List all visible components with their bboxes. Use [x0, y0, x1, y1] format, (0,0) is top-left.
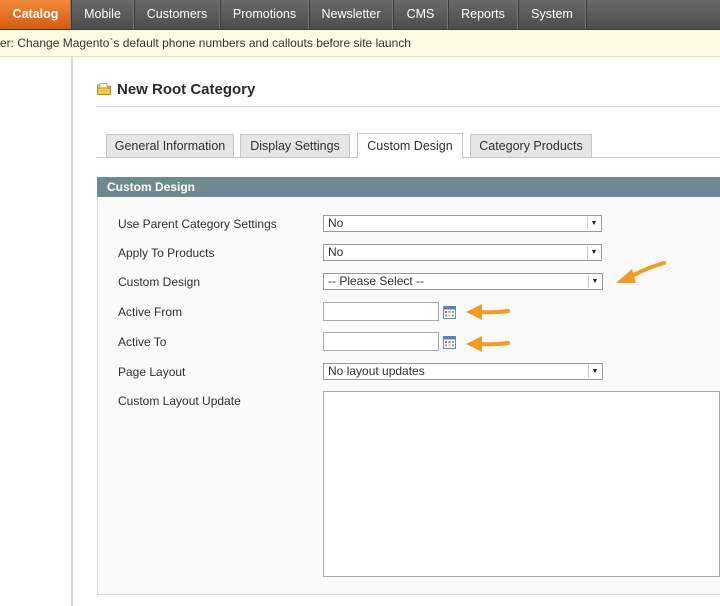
top-nav: Catalog Mobile Customers Promotions News… [0, 0, 720, 30]
system-message-text[interactable]: er: Change Magento`s default phone numbe… [0, 36, 411, 50]
custom-design-select[interactable]: -- Please Select -- ▼ [323, 273, 603, 290]
fieldset-header: Custom Design [97, 177, 720, 197]
use-parent-settings-label: Use Parent Category Settings [118, 217, 277, 231]
tab-display-settings[interactable]: Display Settings [240, 134, 350, 157]
dropdown-arrow-icon: ▼ [587, 217, 600, 230]
nav-item-mobile[interactable]: Mobile [71, 0, 135, 29]
active-from-input[interactable] [323, 302, 439, 321]
calendar-icon[interactable] [443, 306, 456, 319]
dropdown-arrow-icon: ▼ [588, 275, 601, 288]
nav-item-catalog[interactable]: Catalog [0, 0, 72, 29]
page-header: New Root Category [96, 79, 720, 107]
use-parent-settings-select[interactable]: No ▼ [323, 215, 602, 232]
page-title: New Root Category [117, 81, 256, 98]
tab-custom-design[interactable]: Custom Design [357, 133, 463, 158]
nav-item-promotions[interactable]: Promotions [220, 0, 310, 29]
nav-item-newsletter[interactable]: Newsletter [309, 0, 394, 29]
custom-layout-update-textarea[interactable] [323, 391, 720, 577]
custom-design-value: -- Please Select -- [328, 274, 425, 288]
tab-category-products[interactable]: Category Products [470, 134, 592, 157]
folder-icon [97, 83, 111, 95]
active-to-label: Active To [118, 335, 167, 349]
page-layout-select[interactable]: No layout updates ▼ [323, 363, 603, 380]
category-tabs: General Information Display Settings Cus… [96, 131, 720, 158]
page-layout-label: Page Layout [118, 365, 186, 379]
dropdown-arrow-icon: ▼ [587, 246, 600, 259]
apply-to-products-label: Apply To Products [118, 246, 215, 260]
page-layout-value: No layout updates [328, 364, 425, 378]
dropdown-arrow-icon: ▼ [588, 365, 601, 378]
active-to-input[interactable] [323, 332, 439, 351]
nav-item-reports[interactable]: Reports [448, 0, 519, 29]
annotation-arrow-icon [616, 261, 666, 283]
annotation-arrow-icon [466, 336, 510, 352]
left-sidebar [0, 57, 73, 606]
nav-item-cms[interactable]: CMS [393, 0, 449, 29]
calendar-icon[interactable] [443, 336, 456, 349]
use-parent-settings-value: No [328, 216, 344, 230]
nav-item-system[interactable]: System [518, 0, 587, 29]
tab-general-information[interactable]: General Information [106, 134, 234, 157]
apply-to-products-select[interactable]: No ▼ [323, 244, 602, 261]
apply-to-products-value: No [328, 245, 344, 259]
active-from-label: Active From [118, 305, 183, 319]
annotation-arrow-icon [466, 304, 510, 320]
system-message-bar: er: Change Magento`s default phone numbe… [0, 30, 720, 57]
custom-layout-update-label: Custom Layout Update [118, 394, 241, 408]
custom-design-label: Custom Design [118, 275, 201, 289]
nav-item-customers[interactable]: Customers [134, 0, 221, 29]
